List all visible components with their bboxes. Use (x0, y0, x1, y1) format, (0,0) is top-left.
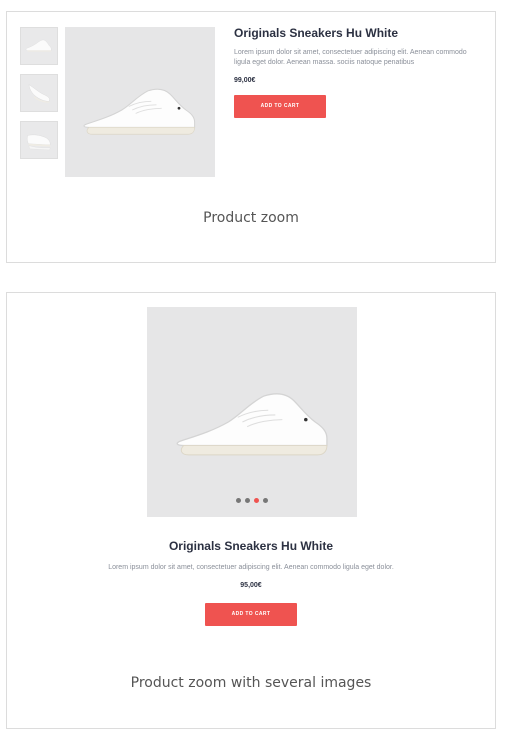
carousel-dot[interactable] (236, 498, 241, 503)
sneaker-image (83, 88, 196, 135)
thumbnail-shoe-side[interactable] (20, 27, 58, 65)
product-description: Lorem ipsum dolor sit amet, consectetuer… (108, 564, 394, 571)
product-title: Originals Sneakers Hu White (168, 539, 334, 553)
add-to-cart-button[interactable]: ADD TO CART (205, 603, 297, 626)
carousel-dot[interactable] (263, 498, 268, 503)
carousel-dot[interactable] (254, 498, 259, 503)
product-gallery-card: Originals Sneakers Hu White Lorem ipsum … (6, 292, 496, 729)
carousel-dots (147, 498, 357, 503)
thumbnail-shoe-pair[interactable] (20, 121, 58, 159)
example-caption: Product zoom (203, 210, 299, 226)
sneaker-image (28, 84, 50, 103)
product-main-image[interactable] (65, 27, 215, 177)
product-price: 99,00€ (234, 77, 256, 84)
add-to-cart-button[interactable]: ADD TO CART (234, 95, 326, 118)
example-caption: Product zoom with several images (130, 675, 372, 691)
product-zoom-card: Originals Sneakers Hu White Lorem ipsum … (6, 11, 496, 263)
product-info: Originals Sneakers Hu White Lorem ipsum … (234, 26, 484, 118)
product-description: Lorem ipsum dolor sit amet, consectetuer… (234, 49, 467, 66)
sneaker-image (26, 134, 51, 151)
sneaker-image (176, 393, 328, 456)
product-price: 95,00€ (240, 582, 262, 589)
carousel-dot[interactable] (245, 498, 250, 503)
product-title: Originals Sneakers Hu White (234, 26, 399, 40)
sneaker-image (25, 39, 52, 52)
product-main-image[interactable] (147, 307, 357, 517)
thumbnail-list (20, 27, 58, 168)
product-info: Originals Sneakers Hu White Lorem ipsum … (7, 539, 495, 626)
thumbnail-shoe-angle[interactable] (20, 74, 58, 112)
